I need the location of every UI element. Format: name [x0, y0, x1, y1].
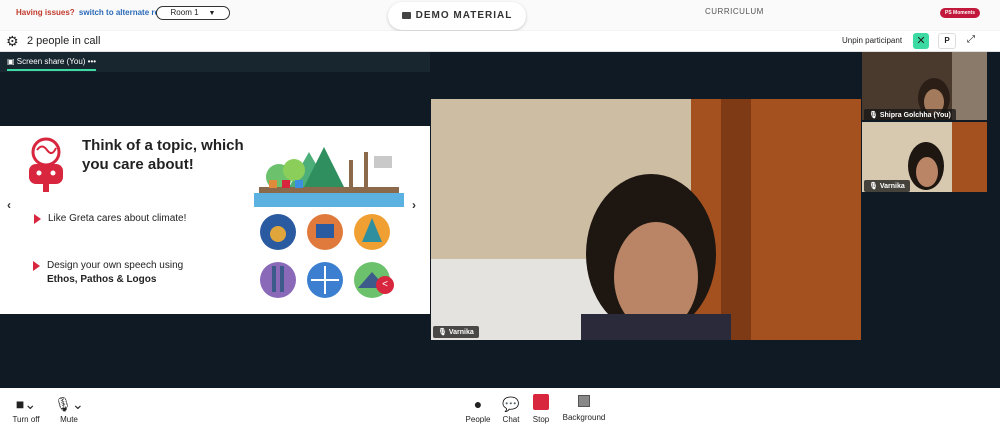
topic-circle-icons: [260, 214, 390, 298]
participant-p-button[interactable]: P: [938, 33, 956, 49]
share-icon[interactable]: <: [376, 276, 394, 294]
issues-notice: Having issues? switch to alternate room: [16, 8, 171, 17]
stop-label: Stop: [532, 415, 550, 424]
main-participant-name: Varnika: [448, 329, 474, 336]
screen-share-label: ▣ Screen share (You) •••: [7, 57, 97, 71]
arrow-bullet-icon: [33, 261, 40, 271]
camera-button[interactable]: ■⌄ Turn off: [6, 396, 46, 424]
camera-label: Turn off: [12, 415, 40, 424]
mic-icon: 🎙: [438, 329, 447, 336]
caret-down-icon: ▼: [208, 10, 216, 17]
brain-mascot-icon: [29, 137, 63, 192]
slide-prev-button[interactable]: ‹: [7, 198, 11, 212]
screen-share-text: Screen share (You): [16, 57, 86, 66]
unpin-participant-button[interactable]: ✕: [913, 33, 929, 49]
chevron-right-icon: ›: [412, 198, 416, 212]
participant-2-label: 🎙 Varnika: [864, 180, 910, 192]
mic-button[interactable]: 🎙⌄ Mute: [52, 396, 86, 424]
background-icon: [578, 395, 590, 407]
bottom-controls: ■⌄ Turn off 🎙⌄ Mute ● People 💬 Chat Stop…: [0, 388, 1000, 433]
chat-icon: 💬: [502, 396, 520, 412]
mic-icon: 🎙⌄: [54, 396, 84, 412]
background-label: Background: [562, 413, 606, 422]
main-participant-label: 🎙 Varnika: [433, 326, 479, 338]
bullet-1-text: Like Greta cares about climate!: [48, 213, 187, 224]
folder-icon: [401, 12, 411, 19]
stop-share-button[interactable]: Stop: [528, 394, 554, 424]
screen-share-tab[interactable]: ▣ Screen share (You) •••: [0, 52, 430, 72]
slide-bullet-2: Design your own speech using Ethos, Path…: [33, 259, 227, 287]
bullet-2-bold: Ethos, Pathos & Logos: [47, 274, 157, 285]
person-icon: ●: [473, 396, 483, 412]
slide-next-button[interactable]: ›: [412, 198, 416, 212]
participant-tile-2[interactable]: 🎙 Varnika: [862, 122, 987, 192]
participant-1-name: Shipra Golchha (You): [879, 112, 951, 119]
screen-share-icon: ▣: [7, 57, 15, 66]
call-header: ⚙ 2 people in call Unpin participant ✕ P…: [0, 31, 1000, 52]
unpin-participant-label: Unpin participant: [842, 36, 903, 45]
stop-share-icon: [533, 394, 549, 410]
curriculum-tab[interactable]: CURRICULUM: [705, 7, 764, 16]
bullet-2-text: Design your own speech using: [47, 260, 184, 271]
climate-illustration: [254, 147, 404, 207]
close-icon: ✕: [916, 35, 926, 47]
ps-moments-badge[interactable]: PS Moments: [940, 8, 981, 18]
room-select-value: Room 1: [170, 8, 199, 17]
top-bar: Having issues? switch to alternate room …: [0, 0, 1000, 30]
people-label: People: [465, 415, 491, 424]
main-video-feed: [431, 99, 861, 340]
expand-icon[interactable]: ⤢: [967, 34, 975, 45]
ps-moments-label: PS Moments: [945, 10, 976, 16]
demo-material-button[interactable]: DEMO MATERIAL: [388, 2, 526, 30]
demo-material-label: DEMO MATERIAL: [415, 10, 513, 21]
people-button[interactable]: ● People: [462, 396, 494, 424]
shared-slide: Think of a topic, which you care about! …: [0, 126, 430, 314]
arrow-bullet-icon: [34, 214, 41, 224]
participant-2-name: Varnika: [879, 183, 905, 190]
main-video-tile[interactable]: 🎙 Varnika: [431, 99, 861, 340]
background-button[interactable]: Background: [558, 395, 610, 422]
mic-icon: 🎙: [869, 112, 878, 119]
people-in-call: 2 people in call: [27, 35, 101, 47]
slide-title: Think of a topic, which you care about!: [82, 137, 244, 173]
slide-bullet-1: Like Greta cares about climate!: [34, 212, 188, 226]
gear-icon[interactable]: ⚙: [6, 34, 19, 48]
participant-1-label: 🎙 Shipra Golchha (You): [864, 109, 956, 120]
chat-label: Chat: [502, 415, 520, 424]
participant-tile-1[interactable]: 🎙 Shipra Golchha (You): [862, 52, 987, 120]
mic-icon: 🎙: [869, 183, 878, 190]
issues-text: Having issues?: [16, 8, 75, 17]
camera-icon: ■⌄: [15, 396, 37, 412]
chat-button[interactable]: 💬 Chat: [498, 396, 524, 424]
chevron-left-icon: ‹: [7, 198, 11, 212]
more-icon[interactable]: •••: [88, 57, 96, 66]
room-select[interactable]: Room 1 ▼: [156, 6, 230, 20]
mic-label: Mute: [60, 415, 78, 424]
